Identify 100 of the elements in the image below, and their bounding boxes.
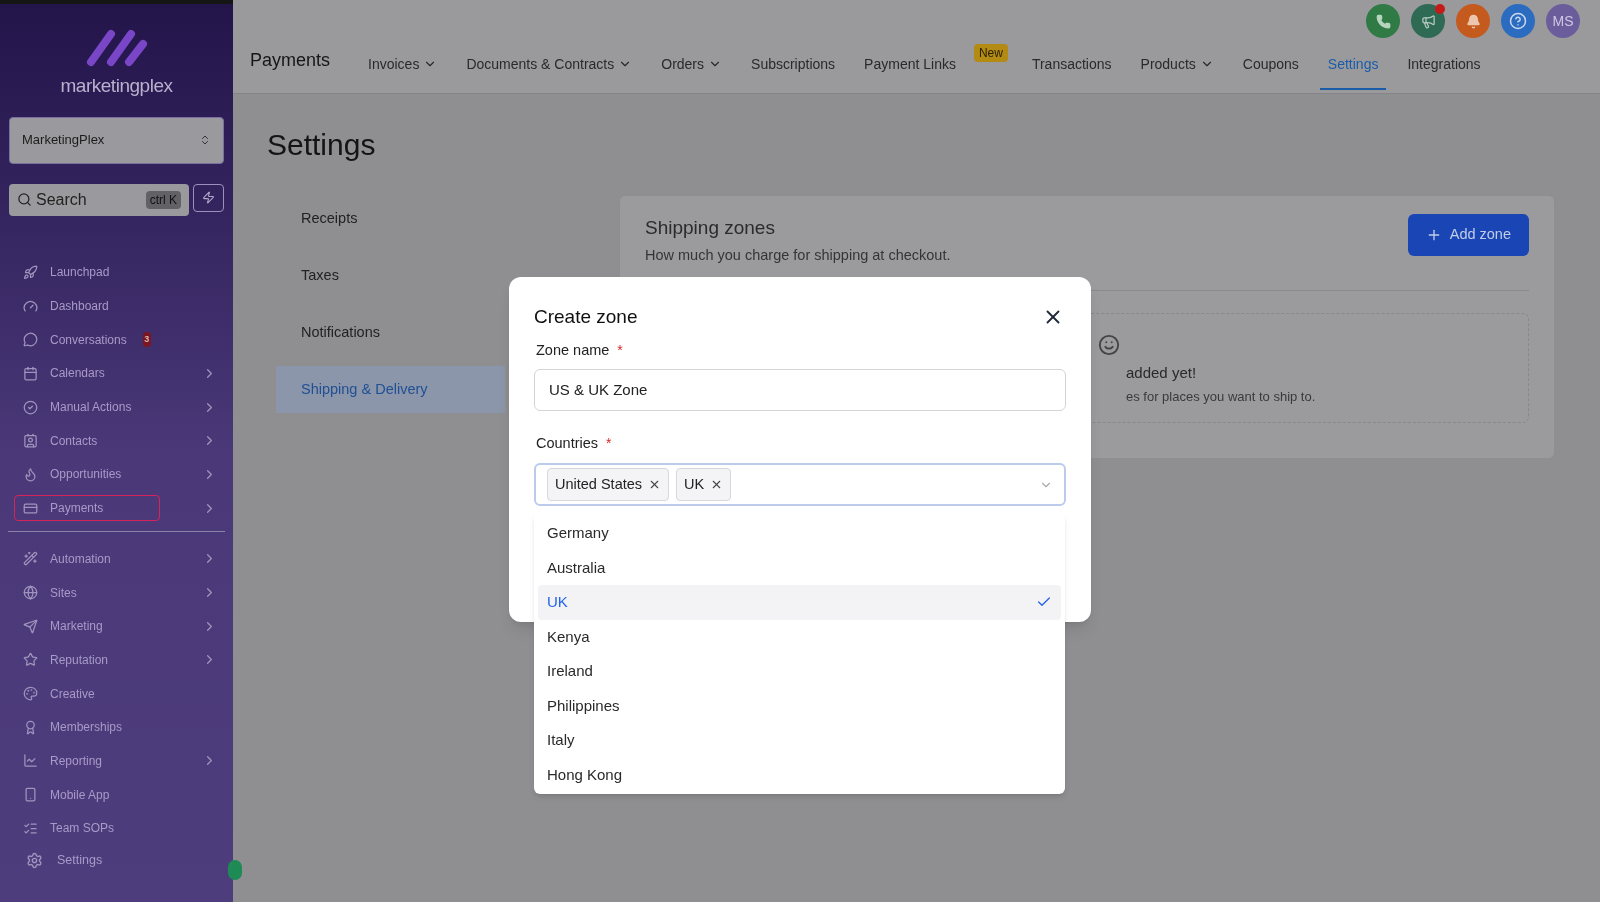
country-option[interactable]: Kenya xyxy=(538,619,1061,654)
settings-link[interactable]: Settings xyxy=(26,851,103,870)
up-down-icon xyxy=(199,134,211,146)
sidebar-item[interactable]: Reporting xyxy=(0,744,233,778)
palette-icon xyxy=(23,686,38,702)
help-button[interactable] xyxy=(1501,4,1535,38)
phone-button[interactable] xyxy=(1366,4,1400,38)
countries-select[interactable]: United States UK xyxy=(534,463,1066,506)
gauge-icon xyxy=(23,298,38,314)
country-option[interactable]: UK xyxy=(538,585,1061,620)
sidebar-item[interactable]: Team SOPs xyxy=(0,811,233,846)
nav-tab[interactable]: Products xyxy=(1132,42,1222,90)
field-label: Zone name xyxy=(536,340,610,360)
item-label: Marketing xyxy=(50,618,103,636)
rocket-icon xyxy=(23,264,38,280)
country-option[interactable]: Hong Kong xyxy=(538,757,1061,792)
item-label: Conversations xyxy=(50,331,127,349)
item-label: Payments xyxy=(50,500,104,518)
country-option[interactable]: Philippines xyxy=(538,688,1061,723)
sidebar-item[interactable]: Marketing xyxy=(0,609,233,644)
smiley-icon xyxy=(1098,334,1120,357)
count-badge: 3 xyxy=(142,332,151,348)
nav-tab[interactable]: Orders xyxy=(653,42,731,90)
sidebar-item[interactable]: Sites xyxy=(0,575,233,610)
user-avatar[interactable]: MS xyxy=(1546,4,1580,38)
section-title: Payments xyxy=(250,49,331,72)
sidebar-item[interactable]: Launchpad xyxy=(0,255,233,290)
nav-tab[interactable]: Integrations xyxy=(1399,42,1489,90)
item-label: Contacts xyxy=(50,432,98,450)
item-label: Automation xyxy=(50,550,111,568)
sidebar-item[interactable]: Contacts xyxy=(0,423,233,458)
chart-icon xyxy=(23,753,38,769)
country-option[interactable]: Italy xyxy=(538,723,1061,758)
search-icon xyxy=(17,192,32,207)
contact-card-icon xyxy=(23,433,38,449)
ribbon-icon xyxy=(23,719,38,735)
smartphone-icon xyxy=(23,787,38,803)
announcement-button[interactable] xyxy=(1411,4,1445,38)
nav-tab[interactable]: Subscriptions xyxy=(743,42,844,90)
nav-tab[interactable]: Documents & Contracts xyxy=(458,42,641,90)
help-icon xyxy=(1509,12,1527,30)
item-label: Reporting xyxy=(50,752,103,770)
sidebar-item[interactable]: Payments xyxy=(0,491,233,525)
megaphone-icon xyxy=(1420,13,1436,29)
sidebar-item[interactable]: Conversations 3 xyxy=(0,322,233,357)
logo-icon xyxy=(84,28,149,68)
item-label: Sites xyxy=(50,584,77,602)
item-label: Team SOPs xyxy=(50,820,115,838)
add-zone-button[interactable]: Add zone xyxy=(1407,214,1529,256)
nav-tab[interactable]: Invoices xyxy=(360,42,446,90)
lightning-icon xyxy=(202,191,215,204)
shortcut-hint: ctrl K xyxy=(145,190,181,209)
star-icon xyxy=(23,652,38,668)
country-option[interactable]: Ireland xyxy=(538,654,1061,689)
sidebar-item[interactable]: Creative xyxy=(0,676,233,711)
bell-icon xyxy=(1465,13,1481,29)
zone-name-input[interactable]: US & UK Zone xyxy=(534,369,1066,412)
settings-nav-item[interactable]: Notifications xyxy=(276,309,505,356)
sidebar-item[interactable]: Mobile App xyxy=(0,777,233,812)
magic-wand-icon xyxy=(23,551,38,567)
field-label: Countries xyxy=(536,434,599,454)
country-option[interactable]: Germany xyxy=(538,516,1061,551)
required-mark: * xyxy=(617,340,623,360)
required-mark: * xyxy=(606,434,612,454)
notifications-button[interactable] xyxy=(1456,4,1490,38)
globe-icon xyxy=(23,585,38,601)
chat-bubble-icon xyxy=(23,332,38,348)
item-label: Opportunities xyxy=(50,466,122,484)
flame-icon xyxy=(23,466,38,482)
item-label: Reputation xyxy=(50,651,109,669)
empty-state-text: es for places you want to ship to. xyxy=(1126,387,1317,406)
settings-nav-item[interactable]: Receipts xyxy=(276,195,505,242)
sidebar-item[interactable]: Reputation xyxy=(0,643,233,677)
nav-tab[interactable]: Transactions xyxy=(1023,42,1120,90)
item-label: Calendars xyxy=(50,365,105,383)
item-label: Creative xyxy=(50,685,95,703)
sidebar-item[interactable]: Automation xyxy=(0,542,233,576)
calendar-icon xyxy=(23,365,38,381)
sidebar-item[interactable]: Calendars xyxy=(0,356,233,391)
sidebar-item[interactable]: Opportunities xyxy=(0,457,233,492)
card-subtitle: How much you charge for shipping at checkout. xyxy=(645,245,952,265)
search-field[interactable]: Search ctrl K xyxy=(9,183,189,216)
sidebar-item[interactable]: Manual Actions xyxy=(0,390,233,424)
country-chip[interactable]: UK xyxy=(676,468,732,501)
item-label: Manual Actions xyxy=(50,399,132,417)
nav-tab[interactable]: Coupons xyxy=(1234,42,1307,90)
logo-text: marketingplex xyxy=(60,74,173,98)
new-badge: New xyxy=(973,44,1008,62)
item-label: Dashboard xyxy=(50,298,109,316)
sidebar-item[interactable]: Dashboard xyxy=(0,289,233,323)
settings-icon xyxy=(26,852,43,870)
country-option[interactable]: Australia xyxy=(538,550,1061,585)
account-selector[interactable]: MarketingPlex xyxy=(9,116,224,164)
item-label: Mobile App xyxy=(50,786,110,804)
settings-nav-item[interactable]: Taxes xyxy=(276,252,505,299)
country-chip[interactable]: United States xyxy=(547,468,670,501)
sidebar-item[interactable]: Memberships xyxy=(0,710,233,745)
checklist-icon xyxy=(23,820,38,836)
settings-nav-item[interactable]: Shipping & Delivery xyxy=(276,366,505,413)
quick-action-button[interactable] xyxy=(193,183,224,212)
